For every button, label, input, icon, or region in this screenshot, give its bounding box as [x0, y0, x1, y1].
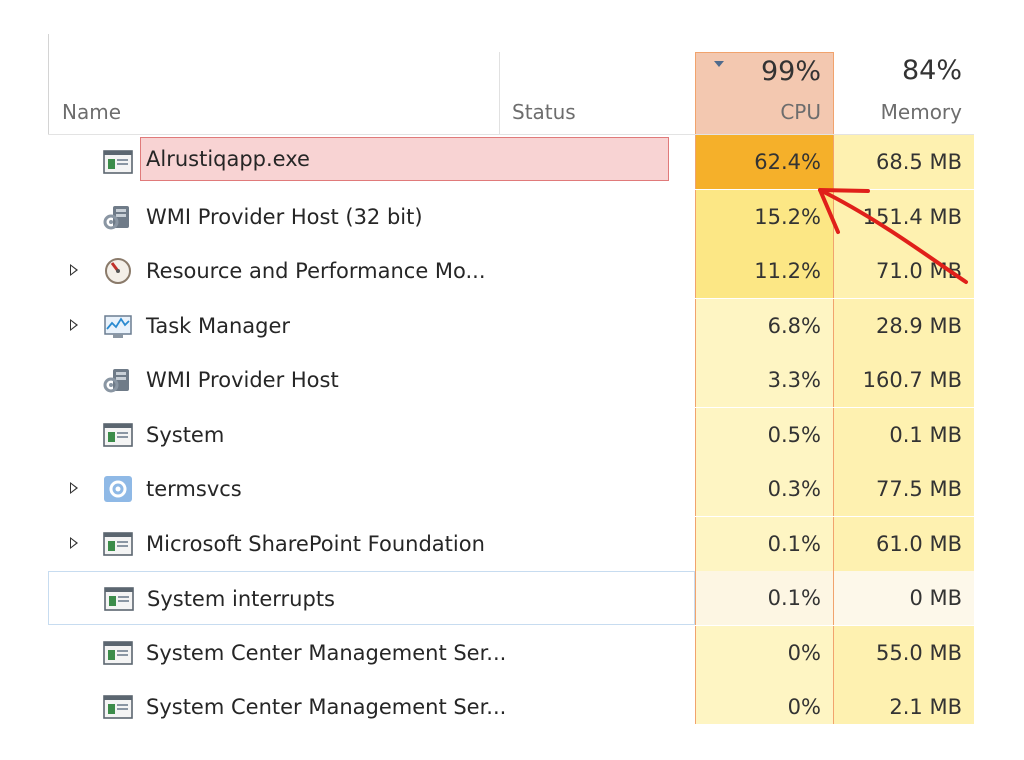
process-name: Microsoft SharePoint Foundation: [146, 531, 485, 556]
process-name: System Center Management Ser...: [146, 640, 507, 665]
process-name: WMI Provider Host: [146, 368, 339, 392]
cpu-value: 0.3%: [695, 462, 834, 516]
process-name-cell[interactable]: System: [48, 408, 695, 462]
column-header-name-label: Name: [62, 100, 122, 124]
process-name-cell[interactable]: WMI Provider Host: [48, 353, 695, 407]
process-name-cell[interactable]: System interrupts: [48, 571, 695, 625]
memory-value: 77.5 MB: [834, 462, 974, 516]
column-header-status-label: Status: [512, 100, 576, 124]
memory-value: 160.7 MB: [834, 353, 974, 407]
cpu-value: 0.1%: [695, 516, 834, 571]
window-app-icon: [103, 148, 133, 176]
cpu-value: 6.8%: [695, 298, 834, 353]
process-name-cell[interactable]: Resource and Performance Mo...: [48, 244, 695, 298]
expand-chevron-icon[interactable]: [70, 482, 78, 494]
process-row[interactable]: Microsoft SharePoint Foundation 0.1% 61.0 …: [48, 516, 974, 571]
process-row[interactable]: System Center Management Ser... 0% 55.0 MB: [48, 625, 974, 680]
memory-value: 151.4 MB: [834, 189, 974, 244]
window-app-icon: [103, 421, 133, 449]
cpu-value: 3.3%: [695, 353, 834, 407]
cpu-total-percent: 99%: [760, 56, 821, 87]
window-app-icon: [103, 530, 133, 558]
process-row[interactable]: System 0.5% 0.1 MB: [48, 407, 974, 462]
process-name-cell[interactable]: System Center Management Ser...: [48, 626, 695, 680]
cpu-value: 0.1%: [695, 571, 834, 625]
column-header-memory[interactable]: 84% Memory: [834, 52, 974, 134]
process-row[interactable]: Task Manager 6.8% 28.9 MB: [48, 298, 974, 353]
memory-value: 55.0 MB: [834, 625, 974, 680]
memory-value: 28.9 MB: [834, 298, 974, 353]
column-header-memory-label: Memory: [880, 100, 962, 124]
process-name: System Center Management Ser...: [146, 695, 507, 719]
process-row[interactable]: WMI Provider Host (32 bit) 15.2% 151.4 MB: [48, 189, 974, 244]
memory-value: 0.1 MB: [834, 407, 974, 462]
process-name-cell[interactable]: System Center Management Ser...: [48, 680, 695, 724]
window-app-icon: [103, 693, 133, 721]
process-row[interactable]: WMI Provider Host 3.3% 160.7 MB: [48, 353, 974, 407]
column-header-status[interactable]: Status: [500, 52, 695, 134]
column-header-row: Name Status 99% CPU 84% Memory: [48, 52, 974, 134]
expand-chevron-icon[interactable]: [70, 318, 78, 331]
process-name: Resource and Performance Mo...: [146, 259, 486, 283]
highlight-box: Alrustiqapp.exe: [140, 137, 669, 181]
process-name: System: [146, 422, 225, 447]
process-row[interactable]: Resource and Performance Mo... 11.2% 71.0 …: [48, 244, 974, 298]
sort-descending-icon: [714, 61, 724, 67]
process-name-cell[interactable]: termsvcs: [48, 462, 695, 516]
process-name: System interrupts: [147, 587, 335, 611]
column-header-cpu-label: CPU: [780, 100, 821, 124]
process-name: termsvcs: [146, 477, 242, 501]
process-name: Task Manager: [146, 313, 291, 338]
column-header-name[interactable]: Name: [48, 52, 500, 134]
memory-total-percent: 84%: [901, 55, 962, 86]
process-row[interactable]: System interrupts 0.1% 0 MB: [48, 571, 974, 625]
cpu-value: 0.5%: [695, 407, 834, 462]
cpu-value: 0%: [695, 625, 834, 680]
cpu-value: 15.2%: [695, 189, 834, 244]
process-name-cell[interactable]: Task Manager: [48, 299, 695, 353]
process-name-cell[interactable]: WMI Provider Host (32 bit): [48, 190, 695, 244]
cpu-value: 62.4%: [695, 135, 834, 189]
window-app-icon: [103, 639, 133, 667]
process-name: Alrustiqapp.exe: [146, 147, 310, 171]
memory-value: 68.5 MB: [834, 135, 974, 189]
task-manager-icon: [103, 312, 133, 340]
memory-value: 71.0 MB: [834, 244, 974, 298]
process-row[interactable]: termsvcs 0.3% 77.5 MB: [48, 462, 974, 516]
process-row[interactable]: Alrustiqapp.exe 62.4% 68.5 MB: [48, 135, 974, 189]
memory-value: 0 MB: [834, 571, 974, 625]
process-name: WMI Provider Host (32 bit): [146, 204, 423, 229]
cpu-value: 11.2%: [695, 244, 834, 298]
window-app-icon: [104, 585, 134, 613]
task-manager-processes: Name Status 99% CPU 84% Memory Alrustiqa…: [48, 34, 974, 724]
expand-chevron-icon[interactable]: [70, 536, 78, 549]
memory-value: 61.0 MB: [834, 516, 974, 571]
process-name-cell[interactable]: Microsoft SharePoint Foundation: [48, 517, 695, 571]
memory-value: 2.1 MB: [834, 680, 974, 724]
column-header-cpu[interactable]: 99% CPU: [695, 52, 834, 134]
wmi-provider-icon: [103, 203, 133, 231]
process-row[interactable]: System Center Management Ser... 0% 2.1 MB: [48, 680, 974, 724]
cpu-value: 0%: [695, 680, 834, 724]
process-name-cell[interactable]: Alrustiqapp.exe: [48, 135, 695, 189]
wmi-provider-icon: [103, 366, 133, 394]
expand-chevron-icon[interactable]: [70, 264, 78, 276]
gauge-icon: [103, 257, 133, 285]
gear-icon: [103, 475, 133, 503]
